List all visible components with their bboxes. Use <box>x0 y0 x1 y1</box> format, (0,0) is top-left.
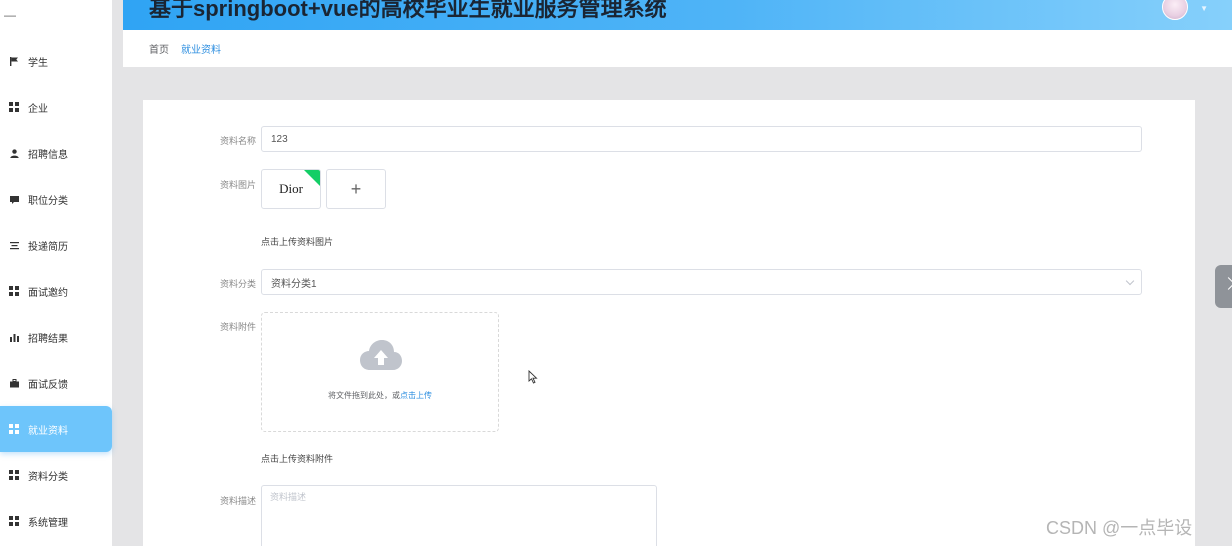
grid-icon <box>9 516 19 526</box>
list-icon <box>9 240 19 250</box>
sidebar-item-label: 企业 <box>28 103 48 115</box>
mouse-cursor-icon <box>528 370 538 384</box>
caret-down-icon[interactable]: ▼ <box>1200 4 1208 13</box>
chevron-down-icon <box>1125 276 1135 286</box>
sidebar-item-label: 学生 <box>28 57 48 69</box>
breadcrumb-current: 就业资料 <box>181 45 221 56</box>
sidebar-item-recruit-result[interactable]: 招聘结果 <box>0 314 112 360</box>
attachment-label: 资料附件 <box>219 322 256 332</box>
sidebar-item-label: 招聘信息 <box>28 149 68 161</box>
sidebar-item-resume[interactable]: 投递简历 <box>0 222 112 268</box>
chevron-left-icon <box>1222 277 1232 290</box>
attachment-hint: 点击上传资料附件 <box>261 454 334 464</box>
message-icon <box>9 194 19 204</box>
description-textarea[interactable]: 资料描述 <box>261 485 657 546</box>
sidebar-item-employment-materials[interactable]: 就业资料 <box>0 406 112 452</box>
image-thumbnail[interactable]: Dior <box>261 169 321 209</box>
sidebar-item-label: 系统管理 <box>28 517 68 529</box>
upload-drop-text: 将文件拖到此处，或 <box>328 391 400 400</box>
sidebar-item-label: 投递简历 <box>28 241 68 253</box>
sidebar-item-student[interactable]: 学生 <box>0 38 112 84</box>
upload-click-link[interactable]: 点击上传 <box>400 391 432 400</box>
description-label: 资料描述 <box>219 496 256 506</box>
sidebar-item-label: 资料分类 <box>28 471 68 483</box>
grid-icon <box>9 470 19 480</box>
upload-success-badge <box>304 170 320 186</box>
breadcrumb-home[interactable]: 首页 <box>149 41 169 56</box>
category-select[interactable]: 资料分类1 <box>261 269 1142 295</box>
category-label: 资料分类 <box>219 279 256 289</box>
category-select-value: 资料分类1 <box>271 278 317 290</box>
watermark: CSDN @一点毕设 <box>1046 518 1193 538</box>
sidebar-item-label: 招聘结果 <box>28 333 68 345</box>
grid-icon <box>9 102 19 112</box>
sidebar-item-label: 面试反馈 <box>28 379 68 391</box>
sidebar-item-interview-feedback[interactable]: 面试反馈 <box>0 360 112 406</box>
add-image-button[interactable]: + <box>326 169 386 209</box>
image-label: 资料图片 <box>219 180 256 190</box>
sidebar-item-label: 职位分类 <box>28 195 68 207</box>
grid-icon <box>9 424 19 434</box>
sidebar-item-label: 面试邀约 <box>28 287 68 299</box>
sidebar-item-company[interactable]: 企业 <box>0 84 112 130</box>
collapse-icon[interactable]: — <box>4 8 16 22</box>
side-panel-tab[interactable] <box>1215 265 1232 308</box>
grid-icon <box>9 286 19 296</box>
sidebar-item-material-category[interactable]: 资料分类 <box>0 452 112 498</box>
sidebar-item-label: 就业资料 <box>28 425 68 437</box>
sidebar-item-interview-invite[interactable]: 面试邀约 <box>0 268 112 314</box>
upload-instructions: 将文件拖到此处，或点击上传 <box>262 390 498 401</box>
user-icon <box>9 148 19 158</box>
avatar[interactable] <box>1162 0 1188 20</box>
image-thumbnail-text: Dior <box>279 181 303 196</box>
breadcrumb: 首页 就业资料 <box>123 30 1232 67</box>
sidebar-item-position-category[interactable]: 职位分类 <box>0 176 112 222</box>
sidebar: — 学生 企业 招聘信息 职位分类 投递简历 面试邀约 招聘结果 面试反馈 就业… <box>0 0 112 546</box>
app-title: 基于springboot+vue的高校毕业生就业服务管理系统 <box>149 0 667 21</box>
sidebar-item-recruitment[interactable]: 招聘信息 <box>0 130 112 176</box>
image-hint: 点击上传资料图片 <box>261 237 334 247</box>
name-input[interactable]: 123 <box>261 126 1142 152</box>
briefcase-icon <box>9 378 19 388</box>
top-header: 基于springboot+vue的高校毕业生就业服务管理系统 ▼ <box>123 0 1232 30</box>
flag-icon <box>9 56 19 66</box>
attachment-dropzone[interactable]: 将文件拖到此处，或点击上传 <box>261 312 499 432</box>
cloud-upload-icon <box>360 340 402 370</box>
sidebar-menu: 学生 企业 招聘信息 职位分类 投递简历 面试邀约 招聘结果 面试反馈 就业资料… <box>0 38 112 544</box>
bar-chart-icon <box>9 332 19 342</box>
name-label: 资料名称 <box>219 136 256 146</box>
sidebar-item-system-management[interactable]: 系统管理 <box>0 498 112 544</box>
form-card: 资料名称 123 资料图片 Dior + 点击上传资料图片 资料分类 资料分类1… <box>143 100 1195 546</box>
